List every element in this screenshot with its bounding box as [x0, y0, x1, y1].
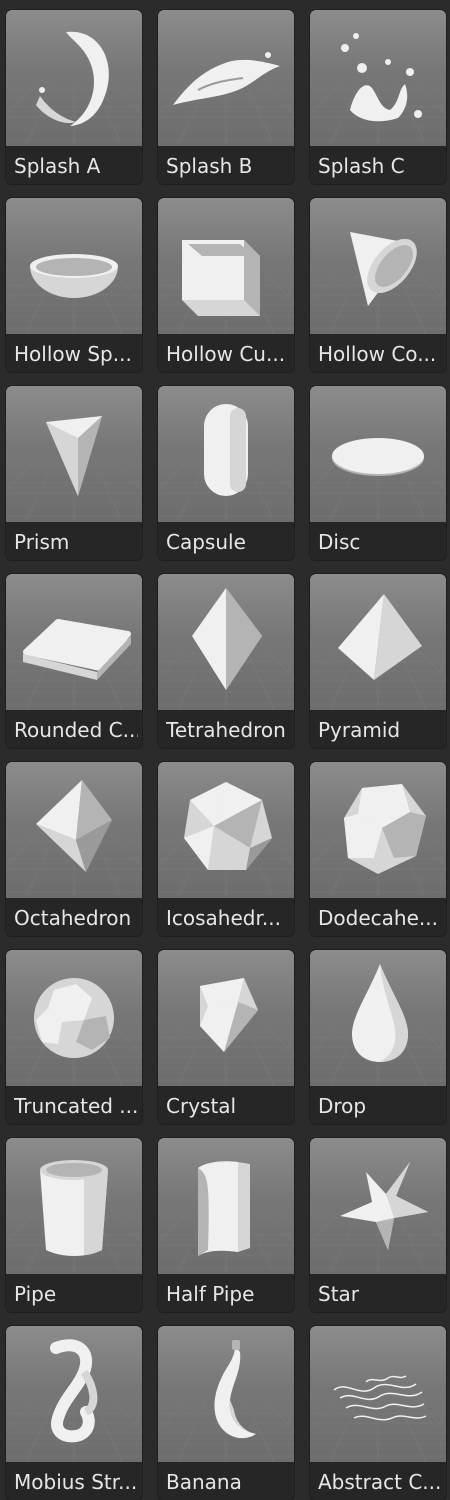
- shape-label: Splash C: [318, 154, 405, 178]
- shape-label: Drop: [318, 1094, 367, 1118]
- shape-thumbnail: [158, 10, 294, 146]
- shape-label: Tetrahedron: [166, 718, 286, 742]
- shape-label: Dodecahe...: [318, 906, 438, 930]
- shape-label: Crystal: [166, 1094, 237, 1118]
- shape-tile[interactable]: Hollow Co...: [310, 198, 446, 372]
- hollow-cube-icon: [158, 240, 294, 334]
- shape-label: Splash A: [14, 154, 101, 178]
- capsule-icon: [158, 404, 294, 522]
- pipe-icon: [6, 1160, 142, 1274]
- shape-label: Prism: [14, 530, 70, 554]
- shape-thumbnail: [6, 198, 142, 334]
- shape-thumbnail: [6, 574, 142, 710]
- shape-thumbnail: [158, 1326, 294, 1462]
- shape-tile[interactable]: Crystal: [158, 950, 294, 1124]
- shape-tile[interactable]: Truncated ...: [6, 950, 142, 1124]
- drop-icon: [310, 964, 446, 1086]
- shape-thumbnail: [158, 198, 294, 334]
- shape-label: Octahedron: [14, 906, 132, 930]
- abstract-curve-icon: [310, 1375, 446, 1462]
- shape-library-grid: Splash A Splash B Splash C Hollow Sp... …: [0, 0, 450, 1500]
- shape-label: Half Pipe: [166, 1282, 255, 1306]
- shape-thumbnail: [310, 1138, 446, 1274]
- shape-label: Mobius Str...: [14, 1470, 138, 1494]
- shape-label: Hollow Sp...: [14, 342, 132, 366]
- rounded-cube-icon: [6, 619, 142, 710]
- disc-icon: [310, 438, 446, 522]
- shape-label: Pipe: [14, 1282, 57, 1306]
- shape-thumbnail: [310, 574, 446, 710]
- pyramid-icon: [310, 594, 446, 710]
- shape-thumbnail: [310, 1326, 446, 1462]
- shape-tile[interactable]: Abstract C...: [310, 1326, 446, 1500]
- shape-label: Splash B: [166, 154, 253, 178]
- icosahedron-icon: [158, 782, 294, 898]
- shape-tile[interactable]: Drop: [310, 950, 446, 1124]
- shape-label: Hollow Cu...: [166, 342, 286, 366]
- shape-label: Rounded C...: [14, 718, 138, 742]
- shape-tile[interactable]: Prism: [6, 386, 142, 560]
- shape-tile[interactable]: Hollow Cu...: [158, 198, 294, 372]
- shape-thumbnail: [6, 1326, 142, 1462]
- shape-tile[interactable]: Splash B: [158, 10, 294, 184]
- shape-tile[interactable]: Icosahedr...: [158, 762, 294, 936]
- shape-label: Hollow Co...: [318, 342, 437, 366]
- crystal-icon: [158, 978, 294, 1086]
- splash-c-icon: [310, 33, 446, 146]
- shape-label: Capsule: [166, 530, 246, 554]
- shape-tile[interactable]: Capsule: [158, 386, 294, 560]
- shape-thumbnail: [158, 574, 294, 710]
- shape-label: Star: [318, 1282, 360, 1306]
- shape-tile[interactable]: Splash A: [6, 10, 142, 184]
- tetrahedron-icon: [158, 588, 294, 710]
- shape-tile[interactable]: Splash C: [310, 10, 446, 184]
- octahedron-icon: [6, 780, 142, 898]
- splash-b-icon: [158, 52, 294, 146]
- truncated-icon: [6, 978, 142, 1086]
- shape-tile[interactable]: Mobius Str...: [6, 1326, 142, 1500]
- banana-icon: [158, 1340, 294, 1462]
- mobius-strip-icon: [6, 1339, 142, 1462]
- shape-label: Pyramid: [318, 718, 401, 742]
- hollow-sphere-icon: [6, 254, 142, 334]
- shape-tile[interactable]: Tetrahedron: [158, 574, 294, 748]
- shape-tile[interactable]: Hollow Sp...: [6, 198, 142, 372]
- shape-tile[interactable]: Octahedron: [6, 762, 142, 936]
- shape-thumbnail: [6, 386, 142, 522]
- shape-label: Truncated ...: [14, 1094, 138, 1118]
- shape-thumbnail: [158, 950, 294, 1086]
- splash-a-icon: [6, 31, 142, 146]
- shape-thumbnail: [158, 1138, 294, 1274]
- dodecahedron-icon: [310, 784, 446, 898]
- shape-label: Icosahedr...: [166, 906, 281, 930]
- prism-icon: [6, 416, 142, 522]
- shape-thumbnail: [310, 10, 446, 146]
- shape-tile[interactable]: Half Pipe: [158, 1138, 294, 1312]
- shape-label: Banana: [166, 1470, 242, 1494]
- shape-tile[interactable]: Dodecahe...: [310, 762, 446, 936]
- shape-thumbnail: [310, 198, 446, 334]
- half-pipe-icon: [158, 1161, 294, 1274]
- shape-thumbnail: [310, 386, 446, 522]
- shape-thumbnail: [158, 386, 294, 522]
- shape-tile[interactable]: Star: [310, 1138, 446, 1312]
- shape-thumbnail: [6, 762, 142, 898]
- shape-label: Abstract C...: [318, 1470, 442, 1494]
- shape-thumbnail: [6, 950, 142, 1086]
- shape-thumbnail: [310, 762, 446, 898]
- shape-thumbnail: [310, 950, 446, 1086]
- hollow-cone-icon: [310, 232, 446, 334]
- shape-tile[interactable]: Pyramid: [310, 574, 446, 748]
- shape-tile[interactable]: Disc: [310, 386, 446, 560]
- star-icon: [310, 1162, 446, 1274]
- shape-thumbnail: [6, 1138, 142, 1274]
- shape-label: Disc: [318, 530, 361, 554]
- shape-tile[interactable]: Rounded C...: [6, 574, 142, 748]
- shape-tile[interactable]: Pipe: [6, 1138, 142, 1312]
- shape-thumbnail: [158, 762, 294, 898]
- shape-tile[interactable]: Banana: [158, 1326, 294, 1500]
- shape-thumbnail: [6, 10, 142, 146]
